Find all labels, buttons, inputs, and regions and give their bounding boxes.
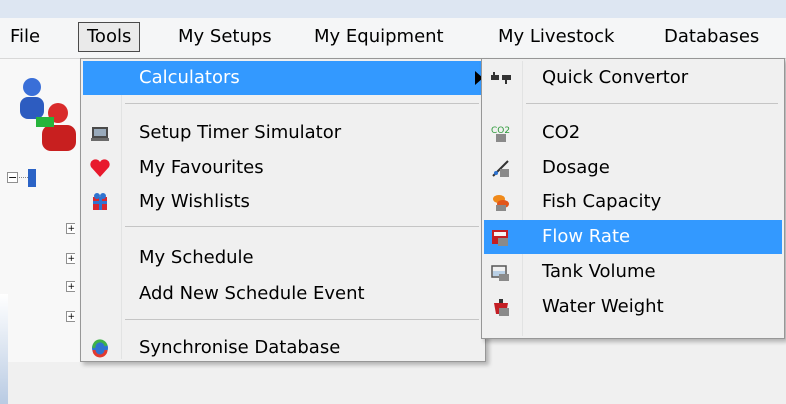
menu-file[interactable]: File bbox=[2, 22, 48, 52]
calculators-submenu: Quick Convertor CO2 CO2 Dosage Fish Capa… bbox=[481, 58, 785, 339]
tree-connector bbox=[17, 177, 28, 178]
menu-separator bbox=[125, 319, 479, 320]
submenu-item-label: Fish Capacity bbox=[542, 191, 662, 212]
menu-item-label: Calculators bbox=[139, 67, 240, 88]
menu-item-calculators[interactable]: Calculators bbox=[83, 61, 483, 95]
menu-databases[interactable]: Databases bbox=[656, 22, 767, 52]
submenu-item-fish-capacity[interactable]: Fish Capacity bbox=[484, 185, 782, 219]
submenu-item-dosage[interactable]: Dosage bbox=[484, 151, 782, 185]
users-icon bbox=[20, 78, 76, 151]
menu-item-label: My Schedule bbox=[139, 247, 254, 268]
submenu-item-flow-rate[interactable]: Flow Rate bbox=[484, 220, 782, 254]
sync-icon bbox=[92, 339, 108, 358]
tools-menu: Calculators Setup Timer Simulator My Fav… bbox=[80, 58, 486, 362]
convertor-icon bbox=[491, 72, 511, 84]
left-panel: − + + + + bbox=[0, 59, 90, 404]
window-top-strip bbox=[0, 0, 786, 18]
menu-tools[interactable]: Tools bbox=[78, 22, 141, 52]
menu-item-label: My Favourites bbox=[139, 157, 264, 178]
wishlist-icon bbox=[93, 193, 107, 210]
menu-separator bbox=[526, 103, 778, 104]
submenu-item-label: Flow Rate bbox=[542, 226, 631, 247]
menu-separator bbox=[125, 103, 479, 104]
timer-simulator-icon bbox=[91, 127, 109, 141]
heart-icon bbox=[90, 159, 110, 177]
submenu-item-label: Water Weight bbox=[542, 296, 664, 317]
tree-expand-icon[interactable]: + bbox=[66, 281, 75, 292]
flow-rate-icon bbox=[492, 230, 508, 246]
tree-node-icon bbox=[28, 169, 36, 187]
submenu-item-tank-volume[interactable]: Tank Volume bbox=[484, 255, 782, 289]
submenu-item-quick-convertor[interactable]: Quick Convertor bbox=[484, 61, 782, 95]
submenu-item-label: CO2 bbox=[542, 122, 581, 143]
water-weight-icon bbox=[494, 299, 509, 316]
menu-item-my-schedule[interactable]: My Schedule bbox=[83, 241, 483, 275]
menu-item-label: Add New Schedule Event bbox=[139, 283, 365, 304]
menu-my-setups[interactable]: My Setups bbox=[170, 22, 280, 52]
tank-volume-icon bbox=[491, 265, 509, 281]
tree-expand-icon[interactable]: + bbox=[66, 253, 75, 264]
submenu-item-label: Quick Convertor bbox=[542, 67, 689, 88]
menu-item-setup-timer-simulator[interactable]: Setup Timer Simulator bbox=[83, 116, 483, 150]
tree-expand-icon[interactable]: + bbox=[66, 223, 75, 234]
panel-edge bbox=[0, 294, 8, 404]
fish-capacity-icon bbox=[493, 195, 509, 211]
tree-collapse-icon[interactable]: − bbox=[7, 172, 18, 183]
menu-separator bbox=[125, 226, 479, 227]
dosage-icon bbox=[492, 160, 509, 177]
menu-bar: File Tools My Setups My Equipment My Liv… bbox=[0, 18, 786, 59]
menu-item-my-favourites[interactable]: My Favourites bbox=[83, 151, 483, 185]
submenu-item-label: Dosage bbox=[542, 157, 610, 178]
submenu-item-water-weight[interactable]: Water Weight bbox=[484, 290, 782, 324]
menu-my-equipment[interactable]: My Equipment bbox=[306, 22, 452, 52]
menu-item-label: My Wishlists bbox=[139, 191, 250, 212]
tree-expand-icon[interactable]: + bbox=[66, 311, 75, 322]
submenu-item-label: Tank Volume bbox=[542, 261, 656, 282]
menu-item-my-wishlists[interactable]: My Wishlists bbox=[83, 185, 483, 219]
menu-my-livestock[interactable]: My Livestock bbox=[490, 22, 622, 52]
menu-item-add-new-schedule-event[interactable]: Add New Schedule Event bbox=[83, 277, 483, 311]
menu-item-label: Setup Timer Simulator bbox=[139, 122, 342, 143]
submenu-item-co2[interactable]: CO2 CO2 bbox=[484, 116, 782, 150]
menu-item-label: Synchronise Database bbox=[139, 337, 341, 358]
co2-icon: CO2 bbox=[491, 126, 510, 142]
menu-item-synchronise-database[interactable]: Synchronise Database bbox=[83, 331, 483, 365]
